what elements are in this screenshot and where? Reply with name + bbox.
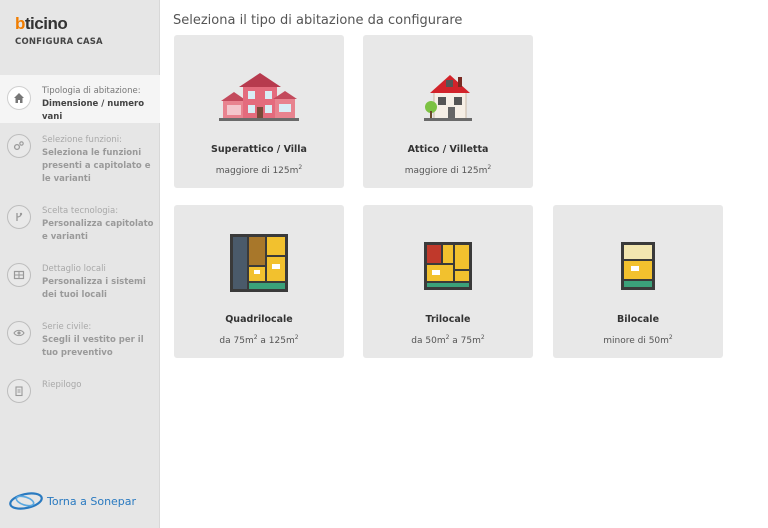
card-name: Quadrilocale	[225, 314, 293, 325]
technology-icon	[7, 205, 31, 229]
bilocale-floorplan	[553, 205, 723, 305]
sidebar: bticino CONFIGURA CASA Tipologia di abit…	[0, 0, 160, 528]
back-link-label: Torna a Sonepar	[47, 494, 137, 508]
card-size: minore di 50m2	[603, 334, 673, 346]
eye-icon	[7, 321, 31, 345]
back-to-sonepar-link[interactable]: Torna a Sonepar	[8, 490, 136, 512]
card-superattico-villa[interactable]: Superattico / Villa maggiore di 125m2	[174, 35, 344, 188]
app-subtitle: CONFIGURA CASA	[15, 37, 103, 47]
card-bilocale[interactable]: Bilocale minore di 50m2	[553, 205, 723, 358]
step-title: Dettaglio locali	[42, 264, 106, 274]
step-title: Serie civile:	[42, 322, 92, 332]
quadrilocale-floorplan	[174, 205, 344, 305]
step-tipologia[interactable]: Tipologia di abitazione: Dimensione / nu…	[0, 75, 160, 123]
home-icon	[7, 86, 31, 110]
card-size: maggiore di 125m2	[404, 164, 492, 176]
clipboard-icon	[7, 379, 31, 403]
floorplan-icon	[424, 242, 472, 290]
card-quadrilocale[interactable]: Quadrilocale da 75m2 a 125m2	[174, 205, 344, 358]
step-desc: Scegli il vestito per il tuo preventivo	[42, 335, 144, 358]
page-title: Seleziona il tipo di abitazione da confi…	[173, 13, 463, 28]
step-title: Scelta tecnologia:	[42, 206, 119, 216]
villetta-illustration	[363, 35, 533, 135]
bticino-logo[interactable]: bticino	[15, 14, 103, 34]
card-name: Trilocale	[425, 314, 471, 325]
step-serie-civile[interactable]: Serie civile: Scegli il vestito per il t…	[0, 312, 160, 368]
step-desc: Personalizza capitolato e varianti	[42, 219, 154, 242]
villetta-icon	[424, 75, 472, 121]
card-size: maggiore di 125m2	[215, 164, 303, 176]
step-scelta-tecnologia[interactable]: Scelta tecnologia: Personalizza capitola…	[0, 196, 160, 251]
floorplan-icon	[230, 234, 288, 292]
villa-icon	[219, 73, 299, 121]
step-riepilogo[interactable]: Riepilogo	[0, 370, 160, 410]
card-attico-villetta[interactable]: Attico / Villetta maggiore di 125m2	[363, 35, 533, 188]
card-name: Attico / Villetta	[407, 144, 489, 155]
card-size: da 75m2 a 125m2	[219, 334, 299, 346]
trilocale-floorplan	[363, 205, 533, 305]
step-selezione-funzioni[interactable]: Selezione funzioni: Seleziona le funzion…	[0, 125, 160, 193]
card-size: da 50m2 a 75m2	[411, 334, 485, 346]
floorplan-icon	[7, 263, 31, 287]
floorplan-icon	[621, 242, 655, 290]
step-desc: Seleziona le funzioni presenti a capitol…	[42, 148, 151, 184]
sonepar-logo-icon	[9, 492, 43, 510]
card-name: Superattico / Villa	[211, 144, 307, 155]
step-desc: Personalizza i sistemi dei tuoi locali	[42, 277, 146, 300]
step-title: Tipologia di abitazione:	[42, 86, 141, 96]
brand: bticino CONFIGURA CASA	[15, 14, 103, 47]
card-name: Bilocale	[616, 314, 660, 325]
card-trilocale[interactable]: Trilocale da 50m2 a 75m2	[363, 205, 533, 358]
step-desc: Dimensione / numero vani	[42, 99, 145, 122]
step-title: Riepilogo	[42, 380, 82, 390]
settings-icon	[7, 134, 31, 158]
villa-illustration	[174, 35, 344, 135]
step-dettaglio-locali[interactable]: Dettaglio locali Personalizza i sistemi …	[0, 254, 160, 310]
step-title: Selezione funzioni:	[42, 135, 122, 145]
